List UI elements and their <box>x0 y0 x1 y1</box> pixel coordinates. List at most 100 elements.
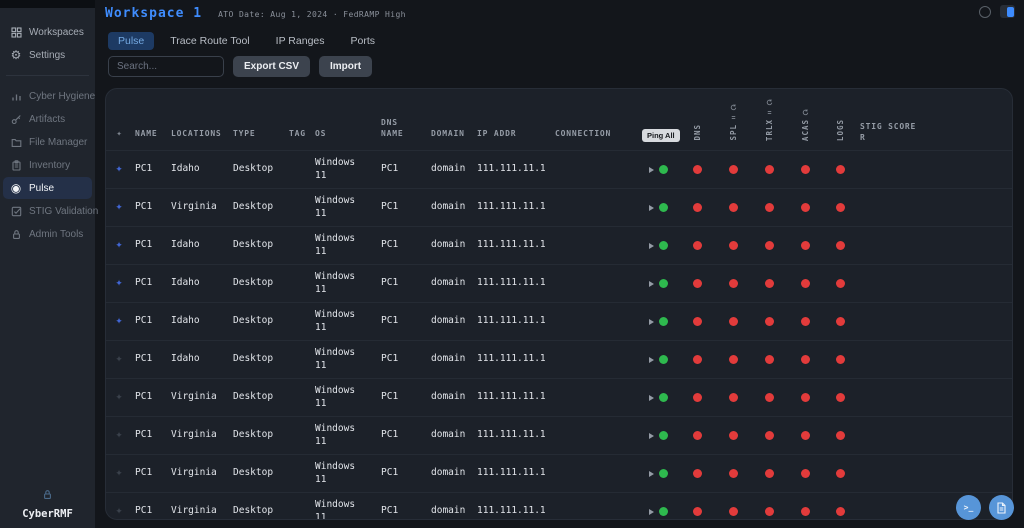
pin-icon[interactable]: ✦ <box>106 354 132 365</box>
trlx-status-dot <box>764 241 774 250</box>
dns-status-dot <box>693 469 702 478</box>
refresh-icon[interactable] <box>730 104 737 111</box>
spl-status-dot <box>728 469 738 478</box>
col-logs: LOGS <box>823 89 857 150</box>
table-row[interactable]: ✦ PC1 Idaho Desktop Windows 11 PC1 domain 111.1… <box>106 302 1012 340</box>
table-row[interactable]: ✦ PC1 Idaho Desktop Windows 11 PC1 domain 111.1… <box>106 340 1012 378</box>
tab-ip-ranges[interactable]: IP Ranges <box>266 32 335 50</box>
play-icon[interactable] <box>649 280 654 287</box>
sidebar-item-settings[interactable]: ⚙ Settings <box>3 44 92 66</box>
spl-status-dot <box>728 203 738 212</box>
sidebar-item-label: STIG Validation <box>29 205 99 217</box>
pin-icon[interactable]: ✦ <box>106 316 132 327</box>
pin-icon[interactable]: ✦ <box>106 278 132 289</box>
spl-cell <box>715 469 751 478</box>
tab-ports[interactable]: Ports <box>341 32 386 50</box>
dns-name-cell: PC1 <box>381 429 399 441</box>
col-locations: LOCATIONS <box>171 129 222 139</box>
play-icon[interactable] <box>649 356 654 363</box>
dns-status-dot <box>693 279 702 288</box>
dns-cell <box>680 279 715 288</box>
type-cell: Desktop <box>233 391 274 403</box>
table-row[interactable]: ✦ PC1 Virginia Desktop Windows 11 PC1 domain 11… <box>106 188 1012 226</box>
acas-cell <box>787 355 823 364</box>
play-icon[interactable] <box>649 470 654 477</box>
os-cell: Windows 11 <box>315 499 356 520</box>
sidebar-item-label: Artifacts <box>29 113 66 125</box>
play-icon[interactable] <box>649 204 654 211</box>
play-icon[interactable] <box>649 394 654 401</box>
pin-icon[interactable]: ✦ <box>106 392 132 403</box>
tab-pulse[interactable]: Pulse <box>108 32 155 50</box>
sidebar-item-label: Admin Tools <box>29 228 84 240</box>
pin-icon[interactable]: ✦ <box>106 164 132 175</box>
import-button[interactable]: Import <box>319 56 373 77</box>
domain-cell: domain <box>431 239 466 251</box>
sidebar-item-workspaces[interactable]: Workspaces <box>3 21 92 43</box>
pin-icon[interactable]: ✦ <box>106 430 132 441</box>
table-row[interactable]: ✦ PC1 Virginia Desktop Windows 11 PC1 domain 11… <box>106 416 1012 454</box>
sidebar-item-file-manager[interactable]: File Manager <box>3 131 92 153</box>
dns-name-cell: PC1 <box>381 201 399 213</box>
pin-icon[interactable]: ✦ <box>106 468 132 479</box>
sidebar-item-pulse[interactable]: ◉ Pulse <box>3 177 92 199</box>
play-icon[interactable] <box>649 318 654 325</box>
pin-icon[interactable]: ✦ <box>106 202 132 213</box>
sidebar-item-artifacts[interactable]: Artifacts <box>3 108 92 130</box>
table-row[interactable]: ✦ PC1 Idaho Desktop Windows 11 PC1 domain 111.1… <box>106 226 1012 264</box>
table-row[interactable]: ✦ PC1 Idaho Desktop Windows 11 PC1 domain 111.1… <box>106 150 1012 188</box>
dns-cell <box>680 241 715 250</box>
domain-cell: domain <box>431 163 466 175</box>
os-cell: Windows 11 <box>315 461 356 485</box>
brand-label: CyberRMF <box>22 508 73 520</box>
play-icon[interactable] <box>649 242 654 249</box>
table-row[interactable]: ✦ PC1 Virginia Desktop Windows 11 PC1 domain 11… <box>106 378 1012 416</box>
col-trlx: TRLX <box>751 89 787 150</box>
sidebar-item-inventory[interactable]: Inventory <box>3 154 92 176</box>
spl-status-dot <box>728 317 738 326</box>
trlx-cell <box>751 241 787 250</box>
table-row[interactable]: ✦ PC1 Virginia Desktop Windows 11 PC1 domain 11… <box>106 492 1012 520</box>
refresh-icon[interactable] <box>766 99 773 106</box>
type-cell: Desktop <box>233 315 274 327</box>
dns-name-cell: PC1 <box>381 315 399 327</box>
pin-icon[interactable]: ✦ <box>106 506 132 517</box>
sidebar-item-label: Cyber Hygiene <box>29 90 96 102</box>
play-icon[interactable] <box>649 508 654 515</box>
play-icon[interactable] <box>649 432 654 439</box>
document-fab-button[interactable] <box>989 495 1014 520</box>
pin-all-icon[interactable]: ✦ <box>106 128 132 150</box>
acas-status-dot <box>800 507 810 516</box>
sidebar-item-cyber-hygiene[interactable]: Cyber Hygiene <box>3 85 96 107</box>
pin-icon[interactable]: ✦ <box>106 240 132 251</box>
ping-all-button[interactable]: Ping All <box>642 129 680 142</box>
ip-addr-cell: 111.111.11.1 <box>477 391 546 403</box>
spl-cell <box>715 241 751 250</box>
trlx-cell <box>751 355 787 364</box>
acas-cell <box>787 279 823 288</box>
acas-status-dot <box>800 241 810 250</box>
play-icon[interactable] <box>649 166 654 173</box>
table-row[interactable]: ✦ PC1 Idaho Desktop Windows 11 PC1 domain 111.1… <box>106 264 1012 302</box>
name-cell: PC1 <box>135 163 153 175</box>
ping-cell <box>640 317 680 326</box>
refresh-icon[interactable] <box>802 109 809 116</box>
trlx-status-dot <box>764 393 774 402</box>
export-csv-button[interactable]: Export CSV <box>233 56 311 77</box>
search-input[interactable] <box>108 56 224 77</box>
table-body: ✦ PC1 Idaho Desktop Windows 11 PC1 domain 111.1… <box>106 150 1012 520</box>
trlx-cell <box>751 279 787 288</box>
sidebar-item-stig-validation[interactable]: STIG Validation <box>3 200 98 222</box>
acas-cell <box>787 431 823 440</box>
os-cell: Windows 11 <box>315 195 356 219</box>
spl-status-dot <box>728 355 738 364</box>
terminal-fab-button[interactable]: >_ <box>956 495 981 520</box>
sidebar-item-admin-tools[interactable]: Admin Tools <box>3 223 92 245</box>
table-row[interactable]: ✦ PC1 Virginia Desktop Windows 11 PC1 domain 11… <box>106 454 1012 492</box>
connection-status-dot <box>659 507 668 516</box>
spl-status-dot <box>728 241 738 250</box>
acas-cell <box>787 507 823 516</box>
type-cell: Desktop <box>233 353 274 365</box>
tab-trace-route-tool[interactable]: Trace Route Tool <box>160 32 259 50</box>
col-domain: DOMAIN <box>431 129 465 139</box>
